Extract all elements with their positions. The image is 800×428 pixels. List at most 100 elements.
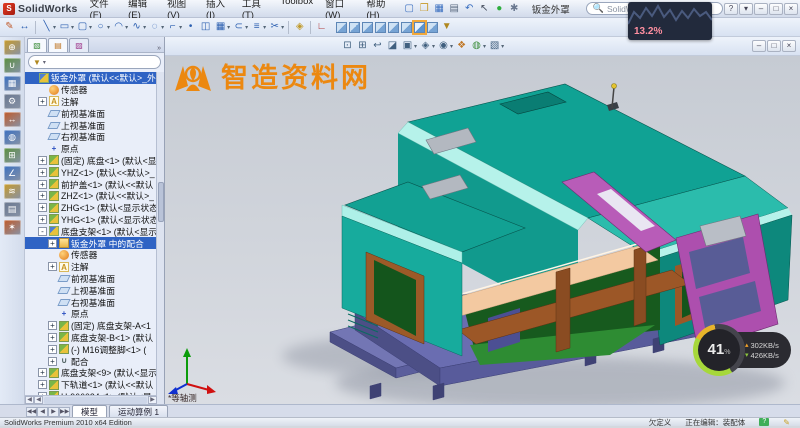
linear-sketch-pattern-dropdown-icon[interactable]: ▾ — [227, 24, 230, 31]
configurationmanager-tab[interactable]: ▨ — [69, 38, 89, 52]
offset-entities-icon[interactable]: ≡ — [250, 20, 263, 34]
corner-rectangle-icon[interactable]: ▭ — [58, 20, 71, 34]
trim-entities-dropdown-icon[interactable]: ▾ — [281, 24, 284, 31]
scroll-left2-icon[interactable]: ◀ — [34, 396, 43, 404]
tree-item-18[interactable]: +上视基准面 — [25, 284, 157, 296]
window-button-minimize-icon[interactable]: – — [754, 3, 768, 15]
reference-geometry-icon[interactable]: ∠ — [4, 166, 21, 181]
spline-dropdown-icon[interactable]: ▾ — [143, 24, 146, 31]
tree-item-15[interactable]: +传感器 — [25, 249, 157, 261]
doc-window-close-icon[interactable]: × — [782, 40, 796, 52]
panel-tabs-more-icon[interactable]: » — [154, 45, 164, 52]
tree-item-2[interactable]: +A注解 — [25, 96, 157, 108]
bill-of-materials-icon[interactable]: ▤ — [4, 202, 21, 217]
options-gear-icon[interactable]: ✱ — [508, 2, 521, 16]
tree-horizontal-scrollbar[interactable]: ◀ ◀ ▶ — [25, 395, 157, 404]
centerpoint-arc-dropdown-icon[interactable]: ▾ — [125, 24, 128, 31]
rebuild-traffic-light-icon[interactable]: ● — [493, 2, 506, 16]
rapid-sketch-icon[interactable]: ◈ — [293, 20, 306, 34]
window-button-help-icon[interactable]: ? — [724, 3, 738, 15]
tab-scroll-left-icon[interactable]: ◀ — [37, 407, 48, 417]
zoom-to-area-icon[interactable]: ⊞ — [356, 39, 369, 53]
tree-vertical-scrollbar[interactable] — [156, 72, 164, 424]
new-motion-study-icon[interactable]: ≋ — [4, 184, 21, 199]
doc-tab-0[interactable]: 模型 — [72, 405, 107, 417]
apply-scene-dropdown-icon[interactable]: ▾ — [483, 43, 486, 50]
zoom-to-fit-icon[interactable]: ⊡ — [341, 39, 354, 53]
scroll-left-icon[interactable]: ◀ — [25, 396, 34, 404]
hide-show-items-icon[interactable]: ◉ — [437, 39, 450, 53]
open-document-icon[interactable]: ❒ — [418, 2, 431, 16]
tree-item-4[interactable]: +上视基准面 — [25, 119, 157, 131]
featuremanager-tab[interactable]: ▧ — [27, 38, 47, 52]
tree-item-12[interactable]: +YHG<1> (默认<显示状态 — [25, 214, 157, 226]
ellipse-icon[interactable]: ◌ — [148, 20, 161, 34]
tree-expander-icon[interactable]: + — [38, 380, 47, 389]
tab-scroll-last-icon[interactable]: ▶▶ — [59, 407, 70, 417]
convert-entities-dropdown-icon[interactable]: ▾ — [245, 24, 248, 31]
tree-expander-icon[interactable]: + — [48, 333, 57, 342]
convert-entities-icon[interactable]: ⊂ — [232, 20, 245, 34]
view-triad-icon[interactable]: ∟ — [315, 20, 328, 34]
recorder-overlay[interactable]: 13.2% — [628, 2, 712, 40]
tree-expander-icon[interactable]: + — [38, 156, 47, 165]
view-orientation-cube-1-icon[interactable] — [349, 22, 360, 33]
centerpoint-arc-icon[interactable]: ◠ — [112, 20, 125, 34]
move-component-icon[interactable]: ↔ — [4, 112, 21, 127]
scrollbar-thumb[interactable] — [158, 182, 164, 222]
sketch-fillet-dropdown-icon[interactable]: ▾ — [179, 24, 182, 31]
new-document-icon[interactable]: ▢ — [403, 2, 416, 16]
tree-item-7[interactable]: +(固定) 底盘<1> (默认<显 — [25, 155, 157, 167]
doc-window-restore-icon[interactable]: □ — [767, 40, 781, 52]
mirror-entities-icon[interactable]: ◫ — [199, 20, 212, 34]
tree-item-19[interactable]: +右视基准面 — [25, 296, 157, 308]
smart-fasteners-icon[interactable]: ⚙ — [4, 94, 21, 109]
circle-icon[interactable]: ○ — [94, 20, 107, 34]
tree-expander-icon[interactable]: - — [38, 227, 47, 236]
corner-rectangle-dropdown-icon[interactable]: ▾ — [71, 24, 74, 31]
display-style-dropdown-icon[interactable]: ▾ — [432, 43, 435, 50]
window-button-close-icon[interactable]: × — [784, 3, 798, 15]
straight-slot-dropdown-icon[interactable]: ▾ — [89, 24, 92, 31]
circle-dropdown-icon[interactable]: ▾ — [107, 24, 110, 31]
tree-item-1[interactable]: +传感器 — [25, 84, 157, 96]
ellipse-dropdown-icon[interactable]: ▾ — [161, 24, 164, 31]
tree-item-23[interactable]: +(-) M16调整脚<1> ( — [25, 343, 157, 355]
network-gauge-overlay[interactable]: ▴302KB/s ▾426KB/s 41% — [693, 324, 793, 376]
tree-item-9[interactable]: +前护盖<1> (默认<<默认 — [25, 178, 157, 190]
quick-tips-icon[interactable]: ? — [759, 418, 769, 426]
view-orientation-cube-5-icon[interactable] — [401, 22, 412, 33]
view-orientation-cube-7-icon[interactable] — [427, 22, 438, 33]
tree-expander-icon[interactable]: + — [48, 357, 57, 366]
view-settings-icon[interactable]: ▧ — [488, 39, 501, 53]
tree-expander-icon[interactable]: + — [38, 215, 47, 224]
point-icon[interactable]: • — [184, 20, 197, 34]
tree-expander-icon[interactable]: + — [48, 262, 57, 271]
view-orientation-tool-icon[interactable]: ▣ — [401, 39, 414, 53]
tree-item-0[interactable]: +钣金外罩 (默认<<默认>_外 — [25, 72, 157, 84]
select-arrow-icon[interactable]: ↖ — [478, 2, 491, 16]
apply-scene-icon[interactable]: ◍ — [470, 39, 483, 53]
view-orientation-cube-2-icon[interactable] — [362, 22, 373, 33]
view-orientation-cube-0-icon[interactable] — [336, 22, 347, 33]
tree-item-20[interactable]: ++原点 — [25, 308, 157, 320]
window-button-help-dropdown-icon[interactable]: ▾ — [739, 3, 753, 15]
display-style-icon[interactable]: ◈ — [419, 39, 432, 53]
view-orientation-cube-4-icon[interactable] — [388, 22, 399, 33]
exploded-view-icon[interactable]: ✶ — [4, 220, 21, 235]
window-button-restore-icon[interactable]: □ — [769, 3, 783, 15]
tree-item-8[interactable]: +YHZ<1> (默认<<默认>_ — [25, 166, 157, 178]
tree-expander-icon[interactable]: + — [38, 368, 47, 377]
scrollbar-track[interactable] — [44, 397, 147, 404]
doc-window-minimize-icon[interactable]: – — [752, 40, 766, 52]
propertymanager-tab[interactable]: ▤ — [48, 38, 68, 52]
section-view-icon[interactable]: ◪ — [386, 39, 399, 53]
line-dropdown-icon[interactable]: ▾ — [53, 24, 56, 31]
doc-tab-1[interactable]: 运动算例 1 — [109, 405, 168, 417]
tree-expander-icon[interactable]: + — [48, 239, 57, 248]
line-icon[interactable]: ╲ — [40, 20, 53, 34]
view-settings-dropdown-icon[interactable]: ▾ — [501, 43, 504, 50]
graphics-viewport[interactable]: 智造资料网 — [165, 56, 800, 404]
edit-appearance-icon[interactable]: ❖ — [455, 39, 468, 53]
tree-filter-input[interactable]: ▼ ▾ — [28, 55, 161, 69]
